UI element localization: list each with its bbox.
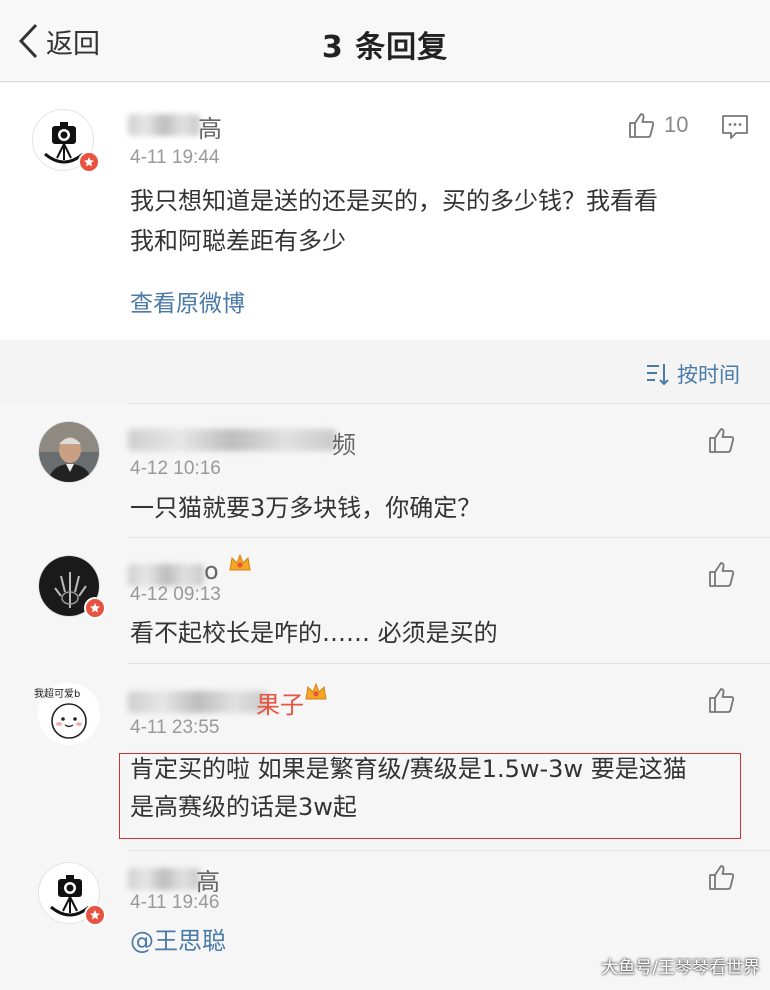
- like-button[interactable]: [706, 862, 736, 892]
- nav-bar: 返回 3 条回复: [0, 0, 770, 82]
- avatar[interactable]: 我超可爱b: [34, 683, 100, 745]
- username-suffix[interactable]: 果子: [256, 685, 304, 720]
- username-blurred[interactable]: [128, 691, 268, 713]
- sort-by-time-button[interactable]: 按时间: [645, 359, 740, 389]
- avatar-caption: 我超可爱b: [34, 689, 81, 700]
- thumbs-up-icon: [629, 113, 655, 138]
- mention-link[interactable]: @王思聪: [130, 921, 226, 961]
- timestamp: 4-11 23:55: [130, 717, 220, 738]
- verified-badge-icon: [78, 151, 100, 173]
- sort-icon: [647, 364, 669, 386]
- timestamp: 4-11 19:46: [130, 892, 220, 913]
- timestamp: 4-12 09:13: [130, 584, 221, 605]
- divider: [128, 850, 770, 851]
- view-original-link[interactable]: 查看原微博: [130, 284, 245, 318]
- verified-badge-icon: [84, 597, 106, 619]
- comment-text-line2: 我和阿聪差距有多少: [130, 227, 346, 255]
- root-comment: 高 4-11 19:44 10 我只想知道是送的还是买的，买的多少钱？我看看 我…: [0, 83, 770, 340]
- watermark: 大鱼号/王琴琴看世界: [601, 958, 760, 978]
- thumbs-up-icon: [709, 865, 735, 890]
- comment-icon: [722, 115, 748, 139]
- thumbs-up-icon: [709, 688, 735, 713]
- avatar[interactable]: [38, 421, 100, 483]
- comment-button[interactable]: [720, 112, 750, 146]
- sort-bar: 按时间: [0, 341, 770, 403]
- reply-text: 一只猫就要3万多块钱，你确定？: [130, 494, 482, 522]
- sort-label: 按时间: [677, 363, 740, 387]
- reply-text: 看不起校长是咋的…… 必须是买的: [130, 619, 498, 647]
- avatar[interactable]: [38, 862, 106, 926]
- username-blurred[interactable]: [128, 429, 336, 451]
- comment-text-line1: 我只想知道是送的还是买的，买的多少钱？我看看: [130, 187, 658, 215]
- highlight-box: [119, 753, 741, 839]
- thumbs-up-icon: [709, 428, 735, 453]
- username-blurred[interactable]: [128, 564, 204, 586]
- username-blurred[interactable]: [128, 114, 200, 136]
- like-button[interactable]: [706, 425, 736, 455]
- vip-crown-icon: [305, 682, 327, 700]
- username-suffix[interactable]: o: [204, 557, 219, 585]
- divider: [128, 403, 770, 404]
- like-button[interactable]: [706, 685, 736, 715]
- like-count: 10: [664, 112, 689, 137]
- vip-crown-icon: [229, 553, 251, 571]
- avatar[interactable]: [32, 109, 100, 173]
- timestamp: 4-12 10:16: [130, 458, 221, 479]
- verified-badge-icon: [84, 904, 106, 926]
- username-blurred[interactable]: [128, 868, 200, 890]
- divider: [128, 663, 770, 664]
- username-suffix[interactable]: 高: [198, 109, 222, 144]
- like-button[interactable]: 10: [626, 110, 688, 140]
- avatar[interactable]: [38, 555, 106, 619]
- timestamp: 4-11 19:44: [130, 147, 220, 168]
- divider: [128, 537, 770, 538]
- page-title: 3 条回复: [321, 30, 449, 65]
- person-photo-icon: [39, 422, 99, 482]
- thumbs-up-icon: [709, 562, 735, 587]
- like-button[interactable]: [706, 559, 736, 589]
- username-suffix[interactable]: 频: [332, 425, 356, 460]
